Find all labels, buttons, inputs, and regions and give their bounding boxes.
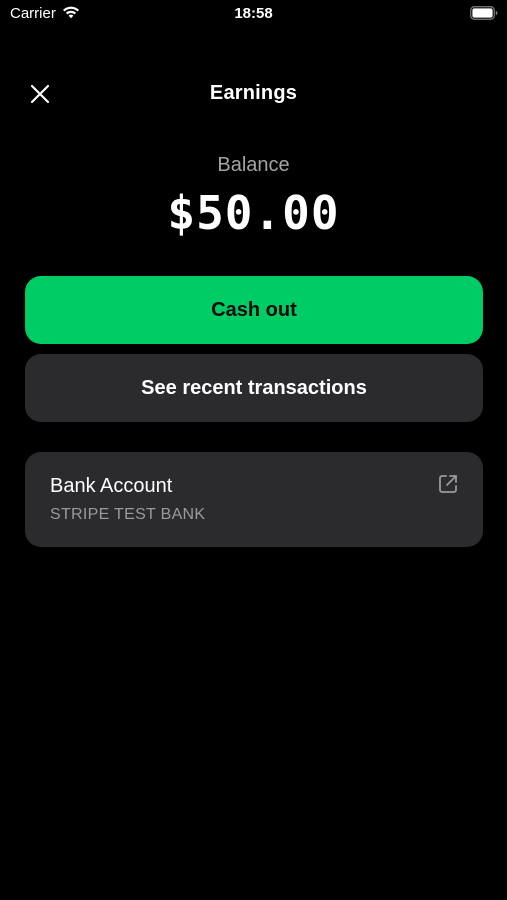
see-recent-transactions-button[interactable]: See recent transactions xyxy=(25,354,483,422)
bank-name: STRIPE TEST BANK xyxy=(50,506,206,523)
battery-icon xyxy=(470,6,498,20)
cash-out-button[interactable]: Cash out xyxy=(25,276,483,344)
bank-account-card[interactable]: Bank Account STRIPE TEST BANK xyxy=(25,452,483,547)
balance-label: Balance xyxy=(217,154,290,176)
status-time: 18:58 xyxy=(234,5,273,22)
bank-account-title: Bank Account xyxy=(50,475,173,497)
status-bar: Carrier 18:58 xyxy=(0,0,507,28)
cash-out-label: Cash out xyxy=(211,298,297,321)
external-link-icon[interactable] xyxy=(437,473,459,495)
page-title: Earnings xyxy=(209,82,298,104)
balance-amount: $50.00 xyxy=(167,186,340,240)
transactions-label: See recent transactions xyxy=(141,376,367,399)
